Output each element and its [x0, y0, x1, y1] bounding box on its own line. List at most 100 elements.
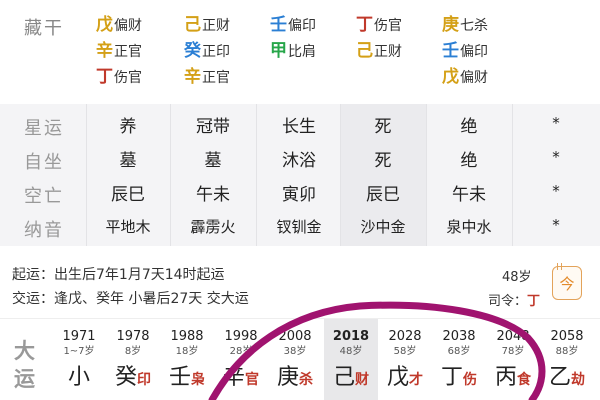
dayun-stem: 丁 [440, 365, 463, 390]
canggan-item: 戊偏财 [96, 12, 142, 38]
table-cell: 平地木 [105, 218, 151, 236]
table-row-nayin: 纳音 平地木 霹雳火 钗钏金 沙中金 泉中水 * [0, 210, 600, 243]
dayun-year: 2028 [388, 329, 422, 344]
dayun-ten-god: 杀 [299, 372, 313, 388]
dayun-ten-god: 印 [137, 372, 151, 388]
dayun-column[interactable]: 1971 1~7岁小 [52, 319, 106, 400]
dayun-age: 18岁 [175, 346, 199, 357]
canggan-section: 藏干 戊偏财 辛正官 丁伤官 己正财 癸正印 辛正官 壬偏印 甲比肩 丁伤官 己… [0, 0, 600, 104]
table-row-xingyun: 星运 养 冠带 长生 死 绝 * [0, 108, 600, 141]
table-cell: * [552, 216, 560, 234]
dayun-column[interactable]: 2058 88岁 乙劫 [540, 319, 594, 400]
today-calendar-button[interactable]: 今 [552, 263, 582, 300]
dayun-ten-god: 才 [409, 372, 423, 388]
hidden-stem: 己 [184, 15, 201, 35]
current-age: 48岁 [502, 270, 532, 285]
qiyun-start-line: 起运：出生后7年1月7天14时起运 [12, 264, 225, 284]
dayun-age: 68岁 [447, 346, 471, 357]
calendar-label: 今 [559, 275, 575, 293]
canggan-item: 庚七杀 [442, 12, 488, 38]
hidden-stem: 辛 [96, 41, 113, 61]
dayun-age: 38岁 [283, 346, 307, 357]
dayun-column[interactable]: 1978 8岁 癸印 [106, 319, 160, 400]
dayun-column[interactable]: 2018 48岁 己财 [324, 319, 378, 400]
dayun-ganzhi: 丁伤 [432, 365, 486, 393]
canggan-column-month: 己正财 癸正印 辛正官 [184, 12, 230, 90]
table-cell: 冠带 [196, 117, 230, 137]
ten-god-label: 伤官 [374, 18, 402, 34]
canggan-item: 壬偏印 [442, 38, 488, 64]
row-label: 自坐 [24, 152, 64, 173]
dayun-stem: 壬 [168, 365, 191, 390]
dayun-column[interactable]: 2028 58岁 戊才 [378, 319, 432, 400]
table-cell: 泉中水 [446, 218, 492, 236]
dayun-age: 48岁 [339, 346, 363, 357]
dayun-age: 78岁 [501, 346, 525, 357]
dayun-ten-god: 枭 [191, 372, 205, 388]
dayun-ganzhi: 壬枭 [160, 365, 214, 393]
siling-value: 丁 [527, 294, 541, 309]
qiyun-start-key: 起运： [12, 267, 54, 283]
row-label: 纳音 [24, 220, 64, 241]
hidden-stem: 癸 [184, 41, 201, 61]
canggan-column-day: 壬偏印 甲比肩 [270, 12, 316, 64]
table-cell: 霹雳火 [190, 218, 236, 236]
canggan-label: 藏干 [24, 18, 64, 39]
dayun-column[interactable]: 2008 38岁 庚杀 [268, 319, 322, 400]
hidden-stem: 壬 [270, 15, 287, 35]
dayun-age: 88岁 [555, 346, 579, 357]
dayun-ganzhi: 戊才 [378, 365, 432, 393]
dayun-age: 28岁 [229, 346, 253, 357]
table-cell: 死 [374, 117, 392, 137]
table-cell: 寅卯 [282, 185, 316, 205]
ten-god-label: 正财 [202, 18, 230, 34]
canggan-item: 丁伤官 [96, 64, 142, 90]
dayun-ten-god: 官 [245, 372, 259, 388]
ten-god-label: 偏财 [114, 18, 142, 34]
canggan-item: 丁伤官 [356, 12, 402, 38]
siling-key: 司令： [488, 294, 528, 309]
ten-god-label: 偏印 [288, 18, 316, 34]
dayun-stem: 癸 [114, 365, 137, 390]
dayun-label: 大运 [14, 339, 35, 391]
canggan-item: 甲比肩 [270, 38, 316, 64]
dayun-year: 1988 [170, 329, 204, 344]
dayun-ganzhi: 庚杀 [268, 365, 322, 393]
canggan-item: 壬偏印 [270, 12, 316, 38]
dayun-ganzhi: 丙食 [486, 365, 540, 393]
hidden-stem: 甲 [270, 41, 287, 61]
dayun-year: 2018 [332, 329, 370, 344]
canggan-item: 辛正官 [96, 38, 142, 64]
table-cell: 养 [119, 117, 137, 137]
table-row-kongwang: 空亡 辰巳 午未 寅卯 辰巳 午未 * [0, 176, 600, 209]
hidden-stem: 戊 [96, 15, 113, 35]
calendar-icon [557, 263, 562, 270]
ten-god-label: 偏财 [460, 70, 488, 86]
dayun-year: 1971 [62, 329, 96, 344]
canggan-item: 戊偏财 [442, 64, 488, 90]
qiyun-section: 起运：出生后7年1月7天14时起运 交运：逢戊、癸年 小暑后27天 交大运 48… [0, 256, 600, 312]
dayun-ganzhi: 小 [52, 365, 106, 393]
ten-god-label: 正官 [202, 70, 230, 86]
hidden-stem: 丁 [96, 67, 113, 87]
dayun-stem: 庚 [276, 365, 299, 390]
dayun-year: 2038 [442, 329, 476, 344]
canggan-item: 己正财 [356, 38, 402, 64]
dayun-ganzhi: 辛官 [214, 365, 268, 393]
dayun-ganzhi: 乙劫 [540, 365, 594, 393]
dayun-ten-god: 劫 [571, 372, 585, 388]
table-cell: 长生 [282, 117, 316, 137]
row-label: 星运 [24, 118, 64, 139]
table-cell: * [552, 114, 560, 132]
dayun-column[interactable]: 2038 68岁丁伤 [432, 319, 486, 400]
dayun-ten-god: 食 [517, 372, 531, 388]
dayun-column[interactable]: 1998 28岁 辛官 [214, 319, 268, 400]
dayun-stem: 戊 [386, 365, 409, 390]
dayun-age: 8岁 [124, 346, 142, 357]
hidden-stem: 辛 [184, 67, 201, 87]
dayun-column[interactable]: 2048 78岁 丙食 [486, 319, 540, 400]
dayun-column[interactable]: 1988 18岁壬枭 [160, 319, 214, 400]
canggan-item: 己正财 [184, 12, 230, 38]
canggan-column-year: 戊偏财 辛正官 丁伤官 [96, 12, 142, 90]
table-cell: 死 [374, 151, 392, 171]
